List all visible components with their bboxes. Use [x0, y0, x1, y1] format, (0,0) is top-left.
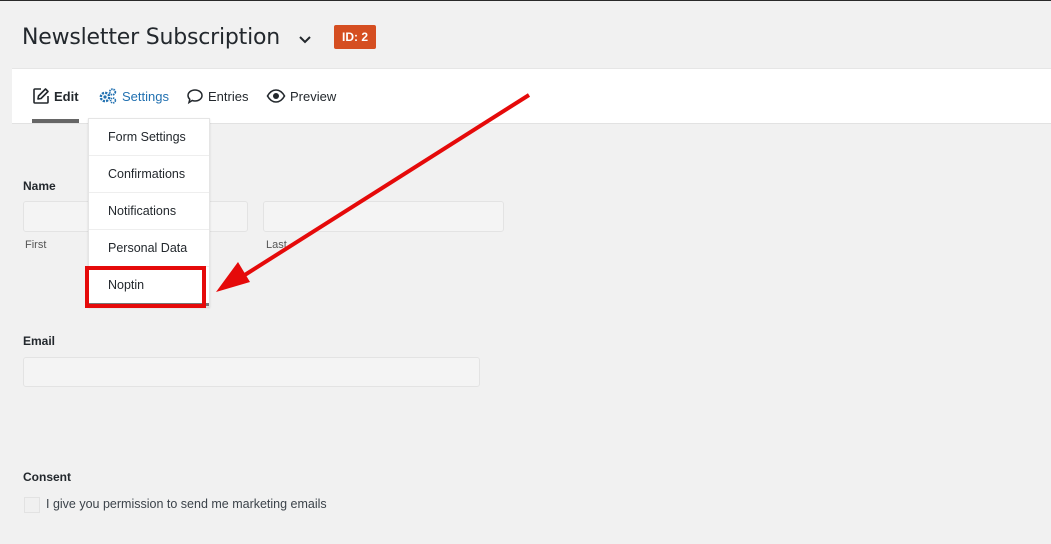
- menu-item-personal-data[interactable]: Personal Data: [89, 230, 209, 267]
- form-header: Newsletter Subscription ID: 2: [22, 20, 377, 54]
- tab-settings-label: Settings: [122, 88, 169, 104]
- last-name-input[interactable]: [263, 201, 504, 232]
- comment-icon: [187, 89, 203, 105]
- email-label: Email: [23, 334, 56, 348]
- email-input[interactable]: [23, 357, 480, 387]
- tab-preview[interactable]: Preview: [266, 69, 336, 123]
- consent-text: I give you permission to send me marketi…: [46, 497, 327, 511]
- active-tab-indicator: [32, 119, 79, 123]
- menu-item-form-settings[interactable]: Form Settings: [89, 119, 209, 156]
- tab-edit-label: Edit: [54, 88, 79, 104]
- tab-entries-label: Entries: [208, 88, 249, 104]
- form-toolbar: Edit Settings Entries Preview: [12, 68, 1051, 124]
- chevron-down-icon[interactable]: [298, 32, 312, 46]
- form-title: Newsletter Subscription: [22, 24, 281, 50]
- consent-label: Consent: [23, 470, 71, 484]
- tab-preview-label: Preview: [290, 88, 337, 104]
- tab-settings[interactable]: Settings: [98, 69, 169, 123]
- eye-icon: [266, 89, 286, 103]
- menu-item-notifications[interactable]: Notifications: [89, 193, 209, 230]
- tab-edit[interactable]: Edit: [32, 69, 79, 123]
- top-border: [0, 0, 1051, 1]
- menu-item-confirmations[interactable]: Confirmations: [89, 156, 209, 193]
- gears-icon: [99, 88, 117, 104]
- tab-entries[interactable]: Entries: [186, 69, 248, 123]
- highlight-box: [85, 266, 206, 308]
- form-id-badge: ID: 2: [334, 25, 377, 49]
- consent-checkbox[interactable]: [24, 497, 40, 513]
- first-sublabel: First: [25, 239, 47, 251]
- edit-icon: [33, 88, 49, 104]
- name-label: Name: [23, 179, 56, 193]
- last-sublabel: Last: [266, 239, 287, 251]
